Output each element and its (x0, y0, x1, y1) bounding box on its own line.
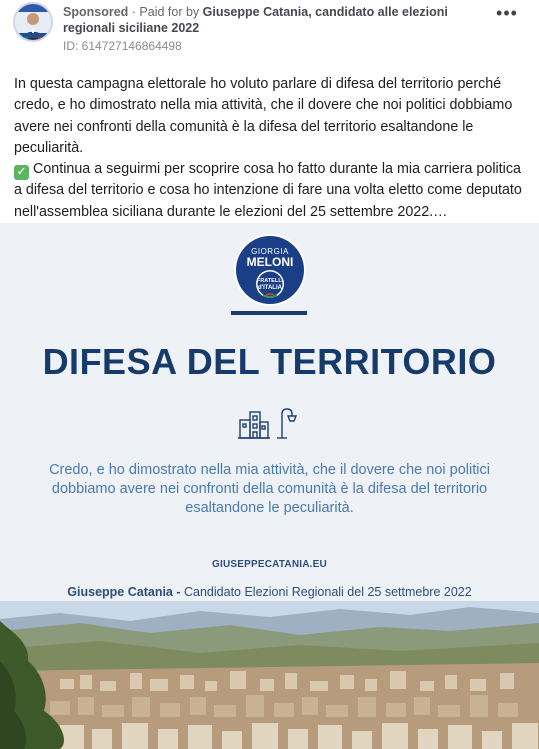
post-text: In questa campagna elettorale ho voluto … (14, 74, 529, 223)
ad-creative-image[interactable]: GIORGIA MELONI FRATELLI d'ITALIA DIFESA … (0, 223, 539, 749)
logo-underline (231, 311, 307, 315)
post-paragraph-2: Continua a seguirmi per scoprire cosa ho… (14, 161, 522, 220)
logo-line3: FRATELLI (257, 278, 284, 284)
more-horizontal-icon: ••• (496, 3, 518, 23)
candidate-caption: Giuseppe Catania - Candidato Elezioni Re… (0, 585, 539, 599)
territory-icons (236, 406, 306, 442)
website-link[interactable]: GIUSEPPECATANIA.EU (0, 559, 539, 570)
party-logo: GIORGIA MELONI FRATELLI d'ITALIA (233, 233, 307, 307)
candidate-role: Candidato Elezioni Regionali del 25 sett… (180, 585, 472, 599)
creative-quote: Credo, e ho dimostrato nella mia attivit… (49, 462, 490, 516)
check-mark-icon: ✓ (14, 165, 29, 181)
sponsor-line: Sponsored · Paid for by Giuseppe Catania… (63, 4, 483, 36)
logo-line2: MELONI (247, 255, 294, 269)
town-landscape-image (0, 601, 539, 749)
profile-photo-icon (15, 4, 51, 40)
logo-line4: d'ITALIA (258, 285, 283, 291)
post-paragraph-2-wrap: ✓ Continua a seguirmi per scoprire cosa h… (14, 159, 529, 223)
ad-id: ID: 614727146864498 (63, 39, 182, 53)
creative-title: DIFESA DEL TERRITORIO (42, 341, 497, 382)
buildings-icon (238, 411, 270, 439)
more-options-button[interactable]: ••• (494, 3, 520, 28)
candidate-name: Giuseppe Catania - (67, 585, 181, 599)
street-lamp-icon (277, 408, 298, 439)
avatar[interactable] (13, 2, 53, 42)
post-paragraph-1: In questa campagna elettorale ho voluto … (14, 76, 513, 156)
ad-header: Sponsored · Paid for by Giuseppe Catania… (0, 0, 539, 62)
paid-for-prefix: · Paid for by (128, 5, 203, 19)
sponsored-label: Sponsored (63, 5, 129, 19)
